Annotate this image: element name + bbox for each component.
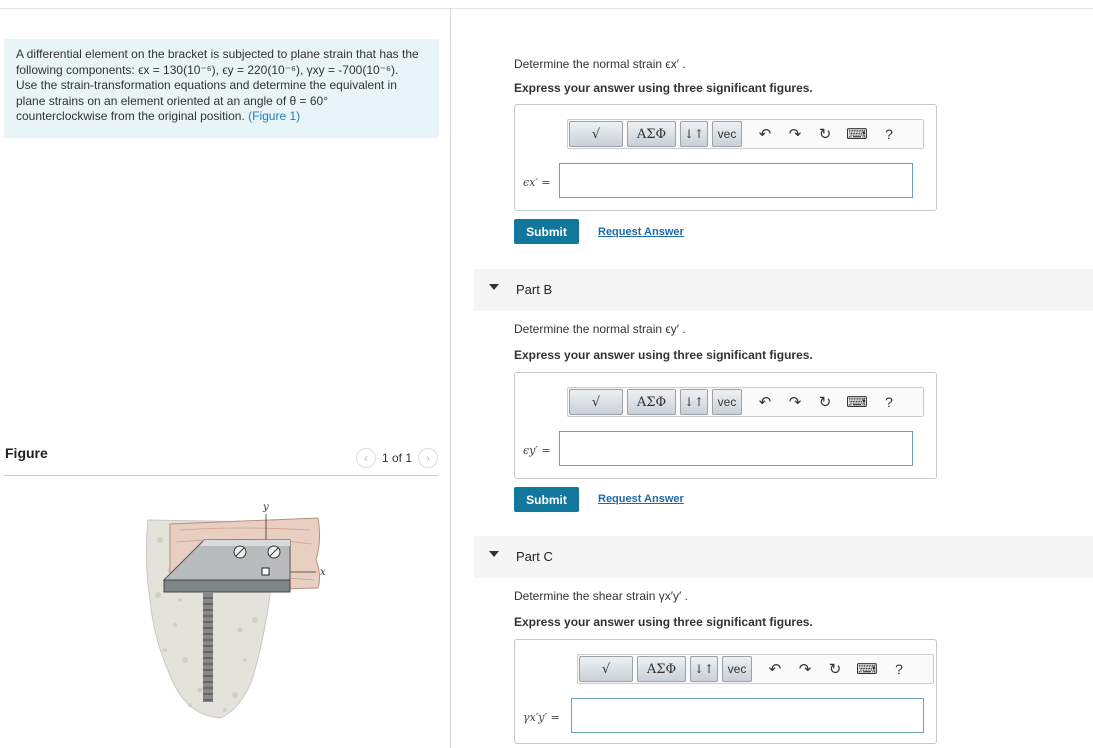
part-b-instruction: Express your answer using three signific… — [514, 348, 813, 362]
problem-line-2: following components: ϵx = 130(10⁻⁶), ϵy… — [16, 62, 399, 77]
part-a-answer-input[interactable] — [559, 163, 913, 198]
help-icon[interactable]: ? — [878, 121, 900, 147]
help-icon[interactable]: ? — [878, 389, 900, 415]
problem-line-4: plane strains on an element oriented at … — [16, 93, 329, 108]
redo-icon[interactable]: ↷ — [784, 389, 806, 415]
part-c-answer-label: γx′y′ = — [523, 711, 560, 724]
part-a-answer-box: √ ΑΣΦ ↓↑ vec ↶ ↷ ↻ ⌨ ? ϵx′ = — [514, 104, 937, 211]
part-a-answer-label: ϵx′ = — [523, 176, 551, 189]
column-divider — [450, 8, 451, 748]
help-icon[interactable]: ? — [888, 656, 910, 682]
greek-symbols-button[interactable]: ΑΣΦ — [627, 121, 676, 147]
part-a-instruction: Express your answer using three signific… — [514, 81, 813, 95]
arrows-button[interactable]: ↓↑ — [690, 656, 718, 682]
problem-line-5-text: counterclockwise from the original posit… — [16, 109, 245, 123]
figure-axis-y: y — [262, 502, 269, 513]
greek-symbols-button[interactable]: ΑΣΦ — [637, 656, 686, 682]
problem-line-3: Use the strain-transformation equations … — [16, 78, 397, 92]
reset-icon[interactable]: ↻ — [824, 656, 846, 682]
top-rule — [0, 8, 1093, 9]
redo-icon[interactable]: ↷ — [794, 656, 816, 682]
vector-button[interactable]: vec — [712, 121, 742, 147]
templates-button[interactable]: √ — [579, 656, 633, 682]
bracket-figure: y x — [145, 502, 326, 719]
part-b-answer-label: ϵy′ = — [523, 444, 551, 457]
undo-icon[interactable]: ↶ — [754, 121, 776, 147]
part-c-toolbar: √ ΑΣΦ ↓↑ vec ↶ ↷ ↻ ⌨ ? — [577, 654, 934, 684]
part-b-question: Determine the normal strain ϵy′ . — [514, 322, 686, 336]
figure-title: Figure — [5, 445, 48, 461]
part-b-request-answer-link[interactable]: Request Answer — [598, 493, 684, 505]
chevron-right-icon[interactable]: › — [418, 448, 438, 468]
figure-header: Figure ‹ 1 of 1 › — [4, 440, 438, 476]
greek-symbols-button[interactable]: ΑΣΦ — [627, 389, 676, 415]
figure-pager: ‹ 1 of 1 › — [355, 448, 438, 468]
chevron-left-icon[interactable]: ‹ — [355, 448, 376, 468]
templates-button[interactable]: √ — [569, 121, 623, 147]
part-a-question: Determine the normal strain ϵx′ . — [514, 57, 686, 71]
problem-statement: A differential element on the bracket is… — [4, 39, 439, 138]
arrows-button[interactable]: ↓↑ — [680, 121, 708, 147]
undo-icon[interactable]: ↶ — [754, 389, 776, 415]
part-a-request-answer-link[interactable]: Request Answer — [598, 226, 684, 238]
part-c-header[interactable]: Part C — [474, 536, 1093, 578]
vector-button[interactable]: vec — [712, 389, 742, 415]
vector-button[interactable]: vec — [722, 656, 752, 682]
part-c-question: Determine the shear strain γx′y′ . — [514, 589, 688, 603]
figure-page-count: 1 of 1 — [381, 451, 412, 465]
redo-icon[interactable]: ↷ — [784, 121, 806, 147]
part-b-toolbar: √ ΑΣΦ ↓↑ vec ↶ ↷ ↻ ⌨ ? — [567, 387, 924, 417]
caret-down-icon — [489, 284, 499, 290]
part-b-submit-button[interactable]: Submit — [514, 487, 579, 512]
part-b-title: Part B — [516, 282, 553, 297]
reset-icon[interactable]: ↻ — [814, 389, 836, 415]
undo-icon[interactable]: ↶ — [764, 656, 786, 682]
part-b-answer-input[interactable] — [559, 431, 913, 466]
part-a-toolbar: √ ΑΣΦ ↓↑ vec ↶ ↷ ↻ ⌨ ? — [567, 119, 924, 149]
figure-axis-x: x — [320, 567, 326, 578]
keyboard-icon[interactable]: ⌨ — [854, 656, 880, 682]
part-c-answer-box: √ ΑΣΦ ↓↑ vec ↶ ↷ ↻ ⌨ ? γx′y′ = — [514, 639, 937, 744]
figure-link[interactable]: (Figure 1) — [248, 109, 300, 123]
part-c-title: Part C — [516, 549, 553, 564]
part-c-answer-input[interactable] — [571, 698, 924, 733]
reset-icon[interactable]: ↻ — [814, 121, 836, 147]
part-c-instruction: Express your answer using three signific… — [514, 615, 813, 629]
keyboard-icon[interactable]: ⌨ — [844, 389, 870, 415]
problem-line-1: A differential element on the bracket is… — [16, 47, 419, 61]
part-a-submit-button[interactable]: Submit — [514, 219, 579, 244]
problem-line-5: counterclockwise from the original posit… — [16, 109, 427, 125]
part-b-answer-box: √ ΑΣΦ ↓↑ vec ↶ ↷ ↻ ⌨ ? ϵy′ = — [514, 372, 937, 479]
keyboard-icon[interactable]: ⌨ — [844, 121, 870, 147]
arrows-button[interactable]: ↓↑ — [680, 389, 708, 415]
templates-button[interactable]: √ — [569, 389, 623, 415]
part-b-header[interactable]: Part B — [474, 269, 1093, 311]
caret-down-icon — [489, 551, 499, 557]
